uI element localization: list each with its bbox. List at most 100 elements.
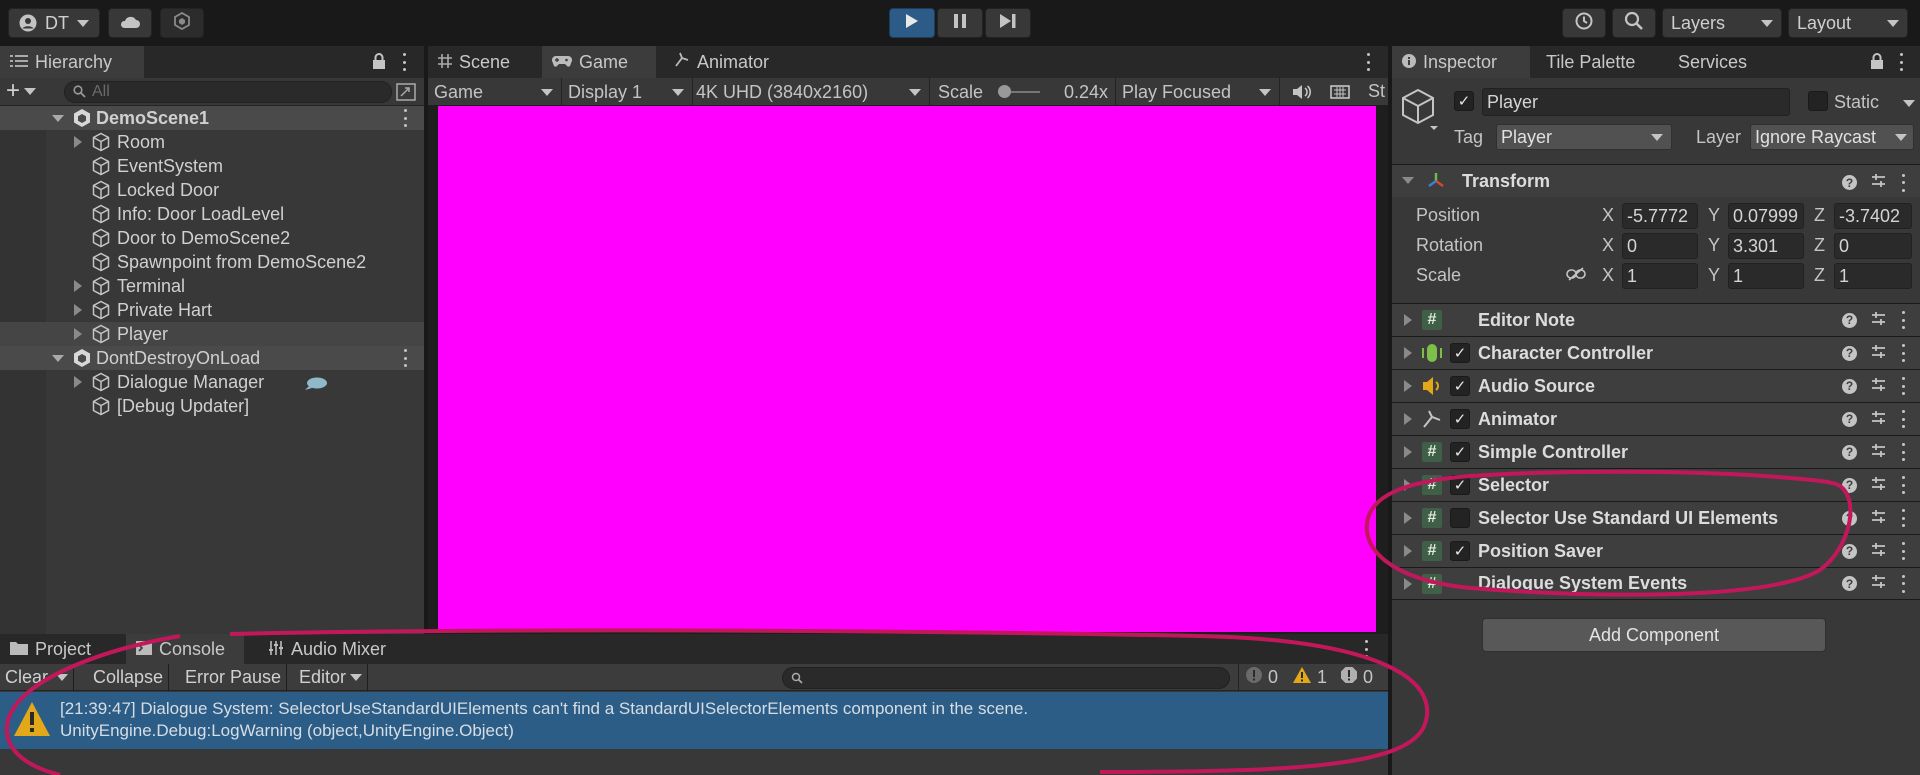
keyboard-icon[interactable] <box>1330 84 1350 105</box>
collab-button[interactable] <box>160 8 204 38</box>
more-options-icon[interactable] <box>1900 311 1906 329</box>
component-position-saver[interactable]: # ✓ Position Saver ? <box>1392 534 1920 567</box>
scale-x-field[interactable]: 1 <box>1622 263 1698 289</box>
help-icon[interactable]: ? <box>1842 312 1857 328</box>
chevron-down-icon[interactable] <box>1402 177 1414 184</box>
hierarchy-item-dialogue-manager[interactable]: Dialogue Manager <box>0 370 424 394</box>
component-selector-use-standard-ui-elements[interactable]: # Selector Use Standard UI Elements ? <box>1392 501 1920 534</box>
active-checkbox[interactable]: ✓ <box>1454 91 1474 111</box>
hierarchy-item-player[interactable]: Player <box>0 322 424 346</box>
lock-icon[interactable] <box>372 53 386 75</box>
position-y-field[interactable]: 0.07999 <box>1728 203 1804 229</box>
scale-y-field[interactable]: 1 <box>1728 263 1804 289</box>
error-count-toggle[interactable]: 0 <box>1334 664 1379 691</box>
presets-icon[interactable] <box>1871 173 1886 192</box>
hierarchy-item-eventsystem[interactable]: EventSystem <box>0 154 424 178</box>
enabled-checkbox[interactable]: ✓ <box>1450 541 1470 561</box>
more-options-icon[interactable] <box>1900 509 1906 527</box>
presets-icon[interactable] <box>1871 574 1886 593</box>
display-dropdown[interactable]: Display 1 <box>568 78 693 105</box>
presets-icon[interactable] <box>1871 509 1886 528</box>
enabled-checkbox[interactable]: ✓ <box>1450 343 1470 363</box>
more-options-icon[interactable] <box>1900 476 1906 494</box>
play-button[interactable] <box>889 8 935 38</box>
presets-icon[interactable] <box>1871 311 1886 330</box>
tab-scene[interactable]: Scene <box>428 46 542 78</box>
component-simple-controller[interactable]: # ✓ Simple Controller ? <box>1392 435 1920 468</box>
help-icon[interactable]: ? <box>1842 510 1857 526</box>
rotation-y-field[interactable]: 3.301 <box>1728 233 1804 259</box>
presets-icon[interactable] <box>1871 542 1886 561</box>
console-search-field[interactable] <box>782 667 1230 689</box>
chevron-right-icon[interactable] <box>1404 578 1412 590</box>
chevron-down-icon[interactable] <box>1903 100 1915 107</box>
more-options-icon[interactable] <box>1365 53 1371 71</box>
more-options-icon[interactable] <box>1900 542 1906 560</box>
hierarchy-item-info-door[interactable]: Info: Door LoadLevel <box>0 202 424 226</box>
component-editor-note[interactable]: # Editor Note ? <box>1392 303 1920 336</box>
chevron-right-icon[interactable] <box>1404 413 1412 425</box>
component-dialogue-system-events[interactable]: # Dialogue System Events ? <box>1392 567 1920 600</box>
help-icon[interactable]: ? <box>1842 576 1857 591</box>
lock-icon[interactable] <box>1870 53 1884 75</box>
object-name-field[interactable]: Player <box>1482 88 1790 116</box>
tab-audio-mixer[interactable]: Audio Mixer <box>258 634 408 664</box>
view-dropdown[interactable]: Game <box>434 78 562 105</box>
pause-button[interactable] <box>937 8 983 38</box>
scene-visibility-icon[interactable] <box>396 83 416 106</box>
info-count-toggle[interactable]: 0 <box>1238 664 1284 691</box>
hierarchy-item-debug-updater[interactable]: [Debug Updater] <box>0 394 424 418</box>
editor-dropdown[interactable]: Editor <box>294 664 369 691</box>
presets-icon[interactable] <box>1871 344 1886 363</box>
help-icon[interactable]: ? <box>1842 444 1857 460</box>
chevron-right-icon[interactable] <box>1404 446 1412 458</box>
chevron-right-icon[interactable] <box>74 376 82 388</box>
stats-label[interactable]: St <box>1368 81 1385 102</box>
cloud-button[interactable] <box>108 8 152 38</box>
component-audio-source[interactable]: ✓ Audio Source ? <box>1392 369 1920 402</box>
help-icon[interactable]: ? <box>1842 543 1857 559</box>
more-options-icon[interactable] <box>1900 377 1906 395</box>
chevron-right-icon[interactable] <box>1404 479 1412 491</box>
more-options-icon[interactable] <box>402 349 408 367</box>
chevron-down-icon[interactable] <box>52 354 64 362</box>
component-animator[interactable]: ✓ Animator ? <box>1392 402 1920 435</box>
game-viewport[interactable] <box>438 106 1376 632</box>
mute-audio-icon[interactable] <box>1292 84 1312 105</box>
chevron-down-icon[interactable] <box>52 114 64 122</box>
scene-row-demoscene1[interactable]: DemoScene1 <box>0 106 424 130</box>
more-options-icon[interactable] <box>1900 344 1906 362</box>
more-options-icon[interactable] <box>1363 640 1369 658</box>
hierarchy-item-room[interactable]: Room <box>0 130 424 154</box>
help-icon[interactable]: ? <box>1842 345 1857 361</box>
static-checkbox[interactable] <box>1808 91 1828 111</box>
more-options-icon[interactable] <box>1898 53 1904 71</box>
tab-inspector[interactable]: Inspector <box>1392 46 1530 78</box>
chevron-right-icon[interactable] <box>1404 314 1412 326</box>
chevron-right-icon[interactable] <box>74 136 82 148</box>
scene-row-dontdestroyonload[interactable]: DontDestroyOnLoad <box>0 346 424 370</box>
history-button[interactable] <box>1562 8 1606 38</box>
scale-slider-handle[interactable] <box>998 85 1011 98</box>
enabled-checkbox[interactable] <box>1450 508 1470 528</box>
create-button[interactable]: + <box>6 79 37 103</box>
hierarchy-item-spawnpoint[interactable]: Spawnpoint from DemoScene2 <box>0 250 424 274</box>
chevron-right-icon[interactable] <box>1404 512 1412 524</box>
resolution-dropdown[interactable]: 4K UHD (3840x2160) <box>696 78 930 105</box>
component-character-controller[interactable]: ✓ Character Controller ? <box>1392 336 1920 369</box>
hierarchy-item-locked-door[interactable]: Locked Door <box>0 178 424 202</box>
error-pause-button[interactable]: Error Pause <box>180 664 288 691</box>
help-icon[interactable]: ? <box>1842 378 1857 394</box>
collapse-button[interactable]: Collapse <box>88 664 170 691</box>
rotation-z-field[interactable]: 0 <box>1834 233 1912 259</box>
presets-icon[interactable] <box>1871 476 1886 495</box>
more-options-icon[interactable] <box>401 53 407 71</box>
tab-game[interactable]: Game <box>542 46 656 78</box>
more-options-icon[interactable] <box>402 109 408 127</box>
warning-count-toggle[interactable]: 1 <box>1286 664 1333 691</box>
rotation-x-field[interactable]: 0 <box>1622 233 1698 259</box>
position-z-field[interactable]: -3.7402 <box>1834 203 1912 229</box>
tab-project[interactable]: Project <box>0 634 126 664</box>
chevron-right-icon[interactable] <box>1404 380 1412 392</box>
scale-z-field[interactable]: 1 <box>1834 263 1912 289</box>
